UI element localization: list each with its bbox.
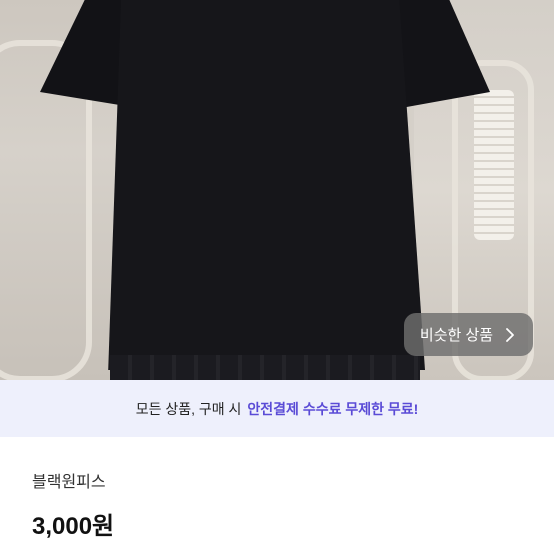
window-shutter (474, 90, 514, 240)
banner-accent-text: 안전결제 수수료 무제한 무료! (247, 400, 419, 417)
product-title: 블랙원피스 (32, 474, 106, 491)
dress-hem (110, 355, 420, 380)
chevron-right-icon (503, 327, 517, 343)
black-dress (108, 0, 425, 370)
product-price: 3,000원 (32, 513, 115, 540)
similar-products-label: 비슷한 상품 (419, 327, 494, 344)
safe-payment-banner[interactable]: 모든 상품, 구매 시 안전결제 수수료 무제한 무료! (0, 380, 554, 437)
banner-plain-text: 모든 상품, 구매 시 (135, 400, 242, 417)
product-photo[interactable]: 비슷한 상품 (0, 0, 554, 380)
similar-products-button[interactable]: 비슷한 상품 (404, 313, 533, 356)
